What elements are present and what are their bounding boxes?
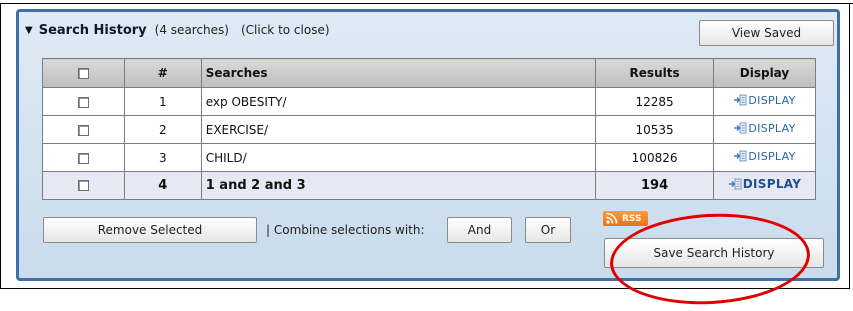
results-header: Results bbox=[595, 58, 715, 88]
row-query: exp OBESITY/ bbox=[200, 87, 597, 116]
number-header: # bbox=[123, 58, 202, 88]
row-checkbox[interactable] bbox=[77, 180, 89, 191]
remove-selected-button[interactable]: Remove Selected bbox=[43, 217, 257, 243]
display-icon bbox=[734, 150, 747, 162]
display-icon bbox=[734, 122, 747, 134]
save-search-history-button[interactable]: Save Search History bbox=[604, 238, 824, 268]
row-query: 1 and 2 and 3 bbox=[200, 171, 597, 200]
rss-feed-icon bbox=[606, 212, 618, 224]
row-query: CHILD/ bbox=[200, 143, 597, 172]
row-results: 10535 bbox=[595, 115, 715, 144]
display-label[interactable]: DISPLAY bbox=[748, 94, 795, 107]
display-label[interactable]: DISPLAY bbox=[743, 177, 801, 191]
table-row: 3 CHILD/ 100826 DISPLAY bbox=[42, 143, 816, 172]
row-display-cell: DISPLAY bbox=[713, 171, 816, 200]
display-link[interactable]: DISPLAY bbox=[733, 150, 795, 163]
search-history-table: # Searches Results Display 1 exp OBESITY… bbox=[42, 58, 816, 200]
row-number: 2 bbox=[123, 115, 202, 144]
row-results: 194 bbox=[595, 171, 715, 200]
select-all-header bbox=[42, 58, 125, 88]
page-frame-bottom bbox=[0, 288, 850, 289]
page-frame-top bbox=[0, 3, 853, 4]
row-select-cell bbox=[42, 115, 125, 144]
close-hint[interactable]: (Click to close) bbox=[241, 23, 330, 37]
row-display-cell: DISPLAY bbox=[713, 87, 816, 116]
display-link[interactable]: DISPLAY bbox=[733, 122, 795, 135]
display-header: Display bbox=[713, 58, 816, 88]
table-row: 1 exp OBESITY/ 12285 DISPLAY bbox=[42, 87, 816, 116]
display-link[interactable]: DISPLAY bbox=[733, 94, 795, 107]
row-select-cell bbox=[42, 143, 125, 172]
table-row: 2 EXERCISE/ 10535 DISPLAY bbox=[42, 115, 816, 144]
search-history-panel: ▼ Search History (4 searches) (Click to … bbox=[16, 9, 840, 281]
row-checkbox[interactable] bbox=[77, 124, 89, 136]
display-link[interactable]: DISPLAY bbox=[728, 177, 801, 191]
view-saved-button[interactable]: View Saved bbox=[699, 20, 834, 46]
panel-header[interactable]: ▼ Search History (4 searches) (Click to … bbox=[25, 19, 330, 41]
search-count: (4 searches) bbox=[154, 23, 229, 37]
row-results: 12285 bbox=[595, 87, 715, 116]
display-label[interactable]: DISPLAY bbox=[748, 150, 795, 163]
row-number: 3 bbox=[123, 143, 202, 172]
display-icon bbox=[734, 94, 747, 106]
display-icon bbox=[728, 178, 742, 190]
combine-and-button[interactable]: And bbox=[447, 217, 512, 243]
caret-down-icon[interactable]: ▼ bbox=[25, 25, 33, 36]
row-number: 1 bbox=[123, 87, 202, 116]
row-results: 100826 bbox=[595, 143, 715, 172]
panel-title[interactable]: Search History bbox=[39, 23, 147, 38]
page-frame-left bbox=[0, 3, 1, 289]
page-frame-right bbox=[849, 3, 850, 289]
rss-button[interactable]: RSS bbox=[603, 211, 648, 226]
combine-or-button[interactable]: Or bbox=[525, 217, 571, 243]
row-display-cell: DISPLAY bbox=[713, 115, 816, 144]
row-select-cell bbox=[42, 171, 125, 200]
row-checkbox[interactable] bbox=[77, 96, 89, 108]
row-query: EXERCISE/ bbox=[200, 115, 597, 144]
rss-label[interactable]: RSS bbox=[622, 214, 642, 224]
select-all-checkbox[interactable] bbox=[77, 68, 89, 79]
row-number: 4 bbox=[123, 171, 202, 200]
row-select-cell bbox=[42, 87, 125, 116]
table-header-row: # Searches Results Display bbox=[42, 58, 816, 88]
row-checkbox[interactable] bbox=[77, 152, 89, 164]
row-display-cell: DISPLAY bbox=[713, 143, 816, 172]
searches-header: Searches bbox=[200, 58, 597, 88]
table-row: 4 1 and 2 and 3 194 DISPLAY bbox=[42, 171, 816, 200]
combine-label: | Combine selections with: bbox=[266, 223, 425, 237]
display-label[interactable]: DISPLAY bbox=[748, 122, 795, 135]
